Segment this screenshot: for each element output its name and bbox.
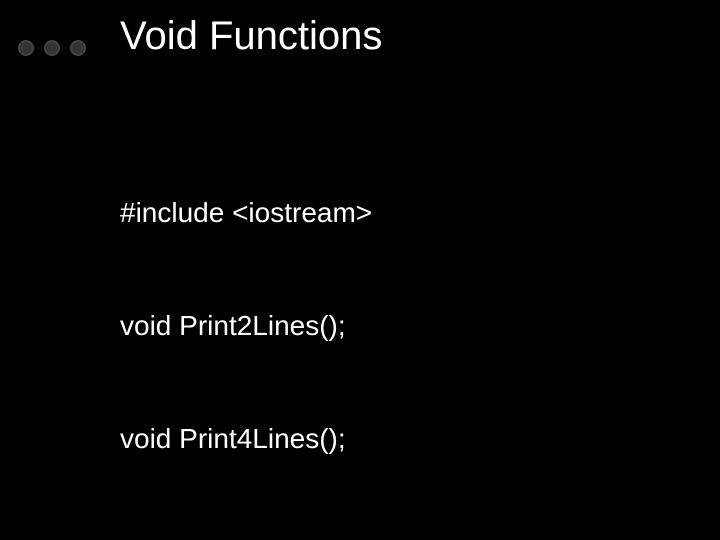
code-line: int main (){ [120, 534, 574, 540]
code-line: #include <iostream> [120, 194, 574, 232]
bullet-dot-icon [18, 40, 34, 56]
code-line: void Print2Lines(); [120, 307, 574, 345]
slide-title: Void Functions [120, 14, 382, 59]
decorative-bullets [18, 40, 86, 56]
bullet-dot-icon [44, 40, 60, 56]
code-line: void Print4Lines(); [120, 420, 574, 458]
code-block: #include <iostream> void Print2Lines(); … [120, 118, 574, 540]
slide: Void Functions #include <iostream> void … [0, 0, 720, 540]
bullet-dot-icon [70, 40, 86, 56]
